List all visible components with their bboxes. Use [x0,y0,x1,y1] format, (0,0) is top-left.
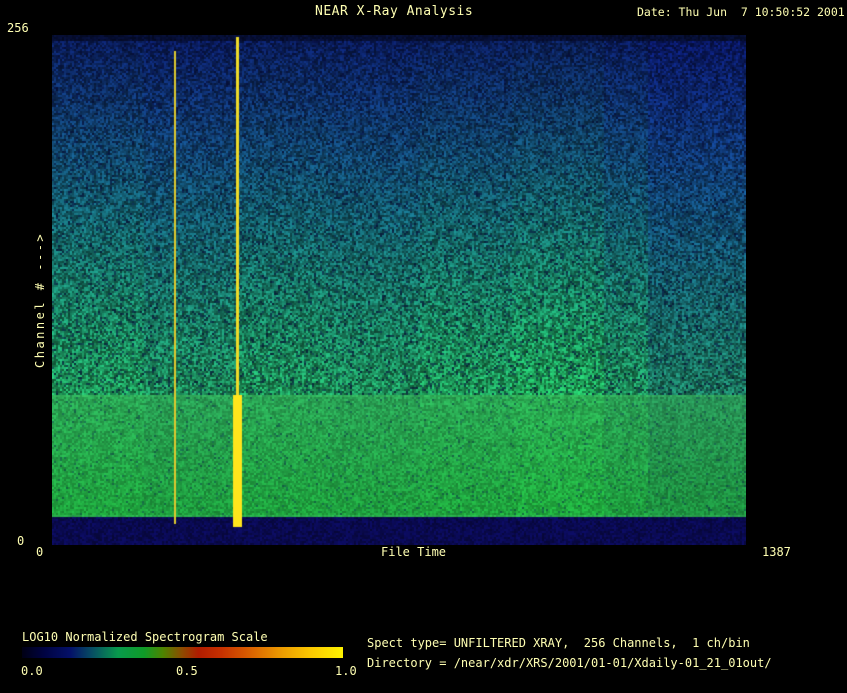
x-axis-min-label: 0 [36,546,43,559]
colorbar-label: LOG10 Normalized Spectrogram Scale [22,631,268,644]
y-axis-label: Channel # ---> [34,232,47,368]
near-xray-analysis-window: NEAR X-Ray Analysis Date: Thu Jun 7 10:5… [0,0,847,693]
colorbar-tick-1: 1.0 [335,665,357,678]
colorbar-gradient [22,647,343,658]
colorbar-tick-05: 0.5 [176,665,198,678]
y-axis-max-label: 256 [7,22,29,35]
x-axis-label: File Time [381,546,446,559]
colorbar-tick-0: 0.0 [21,665,43,678]
page-title: NEAR X-Ray Analysis [315,5,473,19]
directory-text: Directory = /near/xdr/XRS/2001/01-01/Xda… [367,657,772,670]
spect-type-text: Spect type= UNFILTERED XRAY, 256 Channel… [367,637,750,650]
x-axis-max-label: 1387 [762,546,791,559]
header-date: Date: Thu Jun 7 10:50:52 2001 [637,6,845,19]
spectrogram-image [52,35,746,545]
y-axis-min-label: 0 [17,535,24,548]
